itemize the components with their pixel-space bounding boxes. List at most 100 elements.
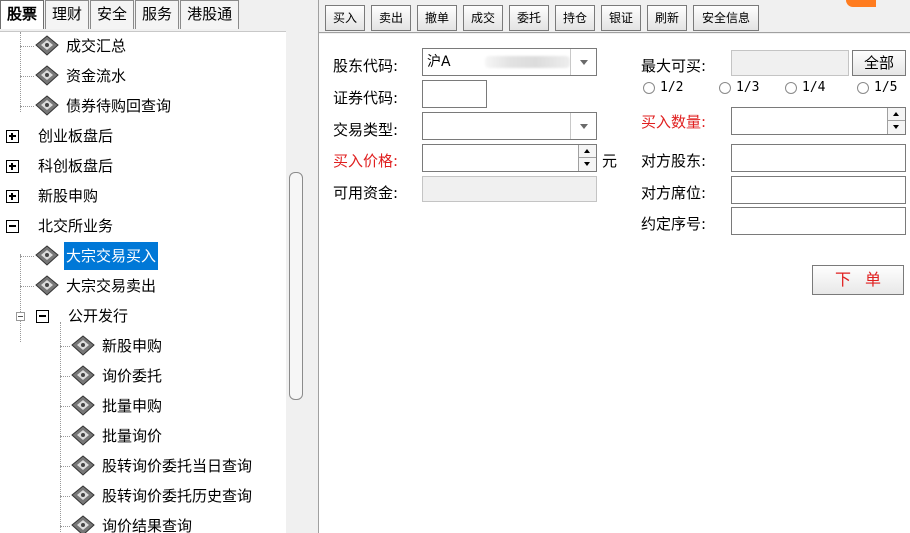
price-unit: 元 [602,152,618,170]
tree-item-label: 大宗交易卖出 [66,277,157,295]
radio-quarter[interactable] [785,82,797,94]
tree-item-label: 债券待购回查询 [66,97,172,115]
tab-security[interactable]: 安全 [90,0,135,29]
tree-item-label: 新股申购 [102,337,163,355]
counterparty-holder-input[interactable] [731,144,906,172]
shareholder-code-value: 沪A [427,54,451,70]
quantity-stepper[interactable] [887,108,905,134]
refresh-button[interactable]: 刷新 [647,5,687,31]
gear-node-icon [71,395,95,416]
tree-item-bse-business[interactable]: 北交所业务 [6,212,115,240]
tree-item-label: 大宗交易买入 [64,242,159,270]
tree-item-block-trade-buy[interactable]: 大宗交易买入 [34,242,159,270]
dropdown-arrow-icon[interactable] [570,49,596,75]
buy-price-label: 买入价格: [333,152,399,170]
gear-node-icon [71,365,95,386]
buy-quantity-input[interactable] [731,107,906,135]
trade-type-label: 交易类型: [333,121,399,139]
bank-securities-button[interactable]: 银证 [601,5,641,31]
stepper-up-icon[interactable] [579,145,596,158]
tree-item-bond-repurchase-query[interactable]: 债券待购回查询 [34,92,173,120]
tree-item-label: 股转询价委托当日查询 [102,457,253,475]
trade-type-select[interactable] [422,112,597,140]
function-tree: 成交汇总 资金流水 债券待购回查询 创业板盘后 科创板盘后 新股申购 北交所业务… [0,31,286,533]
gear-node-icon [35,245,59,266]
gear-node-icon [35,65,59,86]
tab-stocks[interactable]: 股票 [0,0,45,29]
tree-item-chinext-after-hours[interactable]: 创业板盘后 [6,122,115,150]
collapse-icon[interactable] [6,220,19,233]
tree-item-label: 创业板盘后 [38,127,114,145]
gear-node-icon [35,35,59,56]
sell-button[interactable]: 卖出 [371,5,411,31]
security-code-input[interactable] [422,80,487,108]
gear-node-icon [35,275,59,296]
counterparty-seat-input[interactable] [731,176,906,204]
tree-scrollbar[interactable] [286,31,318,533]
agreement-no-input[interactable] [731,207,906,235]
notification-tab [846,0,876,7]
buy-button[interactable]: 买入 [325,5,365,31]
gear-node-icon [35,95,59,116]
dropdown-arrow-icon[interactable] [570,113,596,139]
tree-item-fund-flow[interactable]: 资金流水 [34,62,128,90]
shareholder-code-select[interactable]: 沪A [422,48,597,76]
tree-item-inquiry-today-query[interactable]: 股转询价委托当日查询 [70,452,254,480]
tree-item-inquiry-order[interactable]: 询价委托 [70,362,164,390]
gear-node-icon [71,485,95,506]
max-buy-field [731,50,849,76]
expand-icon[interactable] [6,130,19,143]
buy-price-input[interactable] [422,144,597,172]
max-buy-label: 最大可买: [641,57,707,75]
tree-item-star-after-hours[interactable]: 科创板盘后 [6,152,115,180]
tree-item-batch-inquiry[interactable]: 批量询价 [70,422,164,450]
tree-item-ipo-subscription[interactable]: 新股申购 [6,182,100,210]
orders-button[interactable]: 委托 [509,5,549,31]
tab-service[interactable]: 服务 [135,0,180,29]
stepper-up-icon[interactable] [888,108,905,121]
cancel-order-button[interactable]: 撤单 [417,5,457,31]
tree-item-ipo-subscribe[interactable]: 新股申购 [70,332,164,360]
tree-item-label: 资金流水 [66,67,127,85]
gear-node-icon [71,455,95,476]
fraction-label-half: 1/2 [660,80,684,95]
radio-fifth[interactable] [857,82,869,94]
stepper-down-icon[interactable] [888,121,905,134]
fraction-label-quarter: 1/4 [802,80,826,95]
expand-icon[interactable] [6,160,19,173]
tree-item-label: 新股申购 [38,187,99,205]
buy-quantity-label: 买入数量: [641,113,707,131]
tree-item-label: 科创板盘后 [38,157,114,175]
block-trade-buy-form: 股东代码: 沪A 证券代码: 交易类型: 买入价格: 元 可用资金: 最大可买:… [319,34,910,533]
radio-third[interactable] [719,82,731,94]
tree-item-label: 公开发行 [68,307,129,325]
submit-order-button[interactable]: 下单 [812,265,904,295]
gear-node-icon [71,335,95,356]
counterparty-seat-label: 对方席位: [641,184,707,202]
agreement-no-label: 约定序号: [641,215,707,233]
scrollbar-thumb[interactable] [289,172,303,400]
tree-item-label: 成交汇总 [66,37,127,55]
top-tab-bar: 股票 理财 安全 服务 港股通 [0,0,318,30]
tree-toggle-icon[interactable] [16,312,25,321]
expand-icon[interactable] [6,190,19,203]
gear-node-icon [71,425,95,446]
price-stepper[interactable] [578,145,596,171]
tab-hk-connect[interactable]: 港股通 [180,0,240,29]
tree-item-trade-summary[interactable]: 成交汇总 [34,32,128,60]
tree-item-inquiry-result-query[interactable]: 询价结果查询 [70,512,194,533]
trades-button[interactable]: 成交 [463,5,503,31]
tree-item-label: 批量询价 [102,427,163,445]
all-button[interactable]: 全部 [852,50,906,76]
tab-wealth[interactable]: 理财 [45,0,90,29]
positions-button[interactable]: 持仓 [555,5,595,31]
radio-half[interactable] [643,82,655,94]
security-info-button[interactable]: 安全信息 [693,5,759,31]
tree-item-inquiry-history-query[interactable]: 股转询价委托历史查询 [70,482,254,510]
tree-item-batch-subscribe[interactable]: 批量申购 [70,392,164,420]
tree-item-public-offering[interactable]: 公开发行 [6,302,130,330]
stepper-down-icon[interactable] [579,158,596,171]
tree-item-block-trade-sell[interactable]: 大宗交易卖出 [34,272,158,300]
collapse-icon[interactable] [36,310,49,323]
shareholder-code-label: 股东代码: [333,57,399,75]
